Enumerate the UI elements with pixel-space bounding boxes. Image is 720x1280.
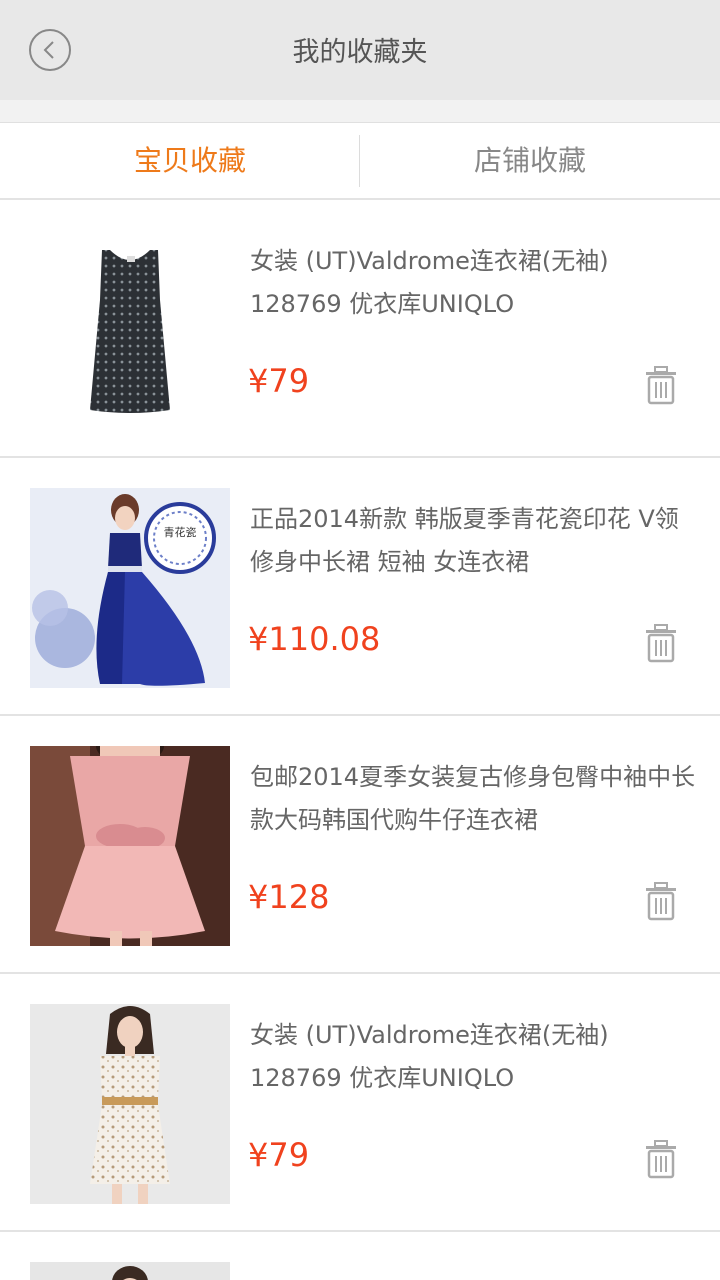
product-image[interactable] (30, 1262, 230, 1280)
header-bar: 我的收藏夹 (0, 0, 720, 100)
list-item[interactable]: 女装 (UT)Valdrome连衣裙(无袖) 128769 优衣库UNIQLO … (0, 200, 720, 458)
product-title[interactable]: 正品2014新款 韩版夏季青花瓷印花 V领修身中长裙 短袖 女连衣裙 (250, 498, 700, 584)
trash-icon (646, 366, 676, 405)
product-price: ¥79 (248, 1136, 310, 1174)
tab-shop-favorites[interactable]: 店铺收藏 (350, 123, 710, 199)
list-item[interactable]: 包邮2014夏季女装复古修身包臀中袖中长款大码韩国代购牛仔连衣裙 ¥128 (0, 716, 720, 974)
list-item[interactable]: 女装 (UT)Valdrome连衣裙(无袖) 128769 优衣库UNIQLO … (0, 974, 720, 1232)
delete-button[interactable] (640, 364, 682, 406)
porcelain-logo-text: 青花瓷 (164, 525, 197, 539)
product-image[interactable] (30, 746, 230, 946)
favorites-list: 女装 (UT)Valdrome连衣裙(无袖) 128769 优衣库UNIQLO … (0, 200, 720, 1280)
delete-button[interactable] (640, 880, 682, 922)
product-image[interactable] (30, 230, 230, 430)
product-price: ¥128 (248, 878, 330, 916)
product-image[interactable] (30, 1004, 230, 1204)
header-spacer (0, 100, 720, 122)
product-title[interactable]: 包邮2014夏季女装复古修身包臀中袖中长款大码韩国代购牛仔连衣裙 (250, 756, 700, 842)
list-item-partial[interactable] (0, 1232, 720, 1280)
product-title[interactable]: 女装 (UT)Valdrome连衣裙(无袖) 128769 优衣库UNIQLO (250, 1014, 700, 1100)
page-title: 我的收藏夹 (292, 37, 428, 68)
delete-button[interactable] (640, 1138, 682, 1180)
tab-item-favorites[interactable]: 宝贝收藏 (10, 123, 370, 199)
product-image[interactable]: 青花瓷 (30, 488, 230, 688)
trash-icon (646, 624, 676, 663)
product-price: ¥110.08 (248, 620, 381, 658)
list-item[interactable]: 青花瓷 正品2014新款 韩版夏季青花瓷印花 V领修身中长裙 短袖 女连衣裙 ¥… (0, 458, 720, 716)
trash-icon (646, 1140, 676, 1179)
trash-icon (646, 882, 676, 921)
product-title[interactable]: 女装 (UT)Valdrome连衣裙(无袖) 128769 优衣库UNIQLO (250, 240, 700, 326)
tab-bar: 宝贝收藏 店铺收藏 (0, 122, 720, 200)
product-price: ¥79 (248, 362, 310, 400)
delete-button[interactable] (640, 622, 682, 664)
